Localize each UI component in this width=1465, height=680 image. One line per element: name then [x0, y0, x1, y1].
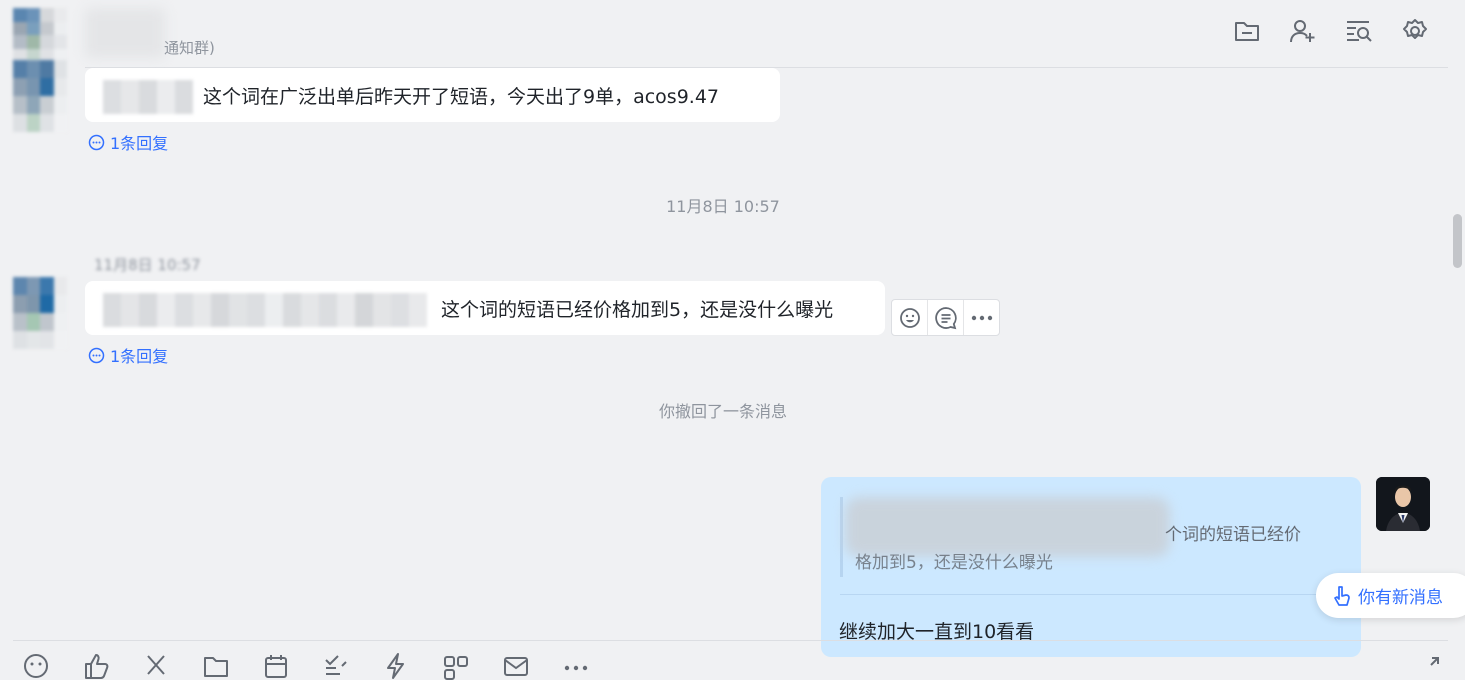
- date-separator: 11月8日 10:57: [666, 197, 780, 216]
- quote-divider: [840, 594, 1340, 595]
- sender-group-label: 通知群): [164, 39, 215, 57]
- message-text: 这个词的短语已经价格加到5，还是没什么曝光: [441, 298, 834, 321]
- shortcut-icon[interactable]: [442, 652, 470, 680]
- lightning-icon[interactable]: [382, 652, 410, 680]
- thread-reply-link[interactable]: 1条回复: [88, 130, 168, 154]
- sender-avatar[interactable]: [13, 8, 67, 62]
- recall-notice: 你撤回了一条消息: [658, 402, 787, 421]
- scrollbar-thumb[interactable]: [1453, 214, 1462, 268]
- folder-icon[interactable]: [202, 652, 230, 680]
- chat-bubble-icon: [88, 347, 105, 363]
- more-icon[interactable]: [562, 652, 590, 680]
- chat-bubble-icon: [88, 134, 105, 150]
- quote-redacted: [845, 497, 1170, 557]
- message-bubble[interactable]: 这个词在广泛出单后昨天开了短语，今天出了9单，acos9.47: [85, 68, 780, 122]
- mention-redacted: [103, 80, 203, 114]
- message-hover-actions: [891, 299, 1000, 336]
- emoji-icon[interactable]: [22, 652, 50, 680]
- sender-name-redacted: [85, 8, 165, 58]
- expand-icon[interactable]: [1420, 656, 1440, 680]
- quote-line-1: 个词的短语已经价: [1165, 525, 1301, 545]
- sender-avatar[interactable]: [13, 277, 67, 349]
- more-icon[interactable]: [964, 300, 999, 335]
- reply-count: 1条回复: [110, 347, 169, 366]
- composer-toolbar: [22, 652, 590, 680]
- mail-icon[interactable]: [502, 652, 530, 680]
- thread-reply-link[interactable]: 1条回复: [88, 343, 168, 367]
- message-text: 这个词在广泛出单后昨天开了短语，今天出了9单，acos9.47: [203, 85, 720, 108]
- task-icon[interactable]: [322, 652, 350, 680]
- my-avatar[interactable]: [1376, 477, 1430, 531]
- search-history-icon[interactable]: [1342, 14, 1376, 48]
- thumbs-up-icon[interactable]: [82, 652, 110, 680]
- message-bubble[interactable]: 这个词的短语已经价格加到5，还是没什么曝光: [85, 281, 885, 335]
- scissors-icon[interactable]: [142, 652, 170, 680]
- settings-icon[interactable]: [1398, 14, 1432, 48]
- sender-avatar-overlap: [13, 60, 67, 132]
- chat-header-toolbar: [1230, 14, 1450, 54]
- pointer-down-icon: [1334, 585, 1350, 606]
- new-message-button[interactable]: 你有新消息: [1316, 573, 1465, 618]
- mention-redacted: [103, 293, 441, 327]
- reply-thread-icon[interactable]: [928, 300, 964, 335]
- message-timestamp: 11月8日 10:57: [94, 256, 201, 274]
- folder-icon[interactable]: [1230, 14, 1264, 48]
- composer-divider: [13, 640, 1448, 641]
- reply-count: 1条回复: [110, 134, 169, 153]
- emoji-reaction-icon[interactable]: [892, 300, 928, 335]
- add-member-icon[interactable]: [1286, 14, 1320, 48]
- new-message-label: 你有新消息: [1358, 588, 1443, 608]
- calendar-icon[interactable]: [262, 652, 290, 680]
- quote-line-2: 格加到5，还是没什么曝光: [855, 553, 1053, 573]
